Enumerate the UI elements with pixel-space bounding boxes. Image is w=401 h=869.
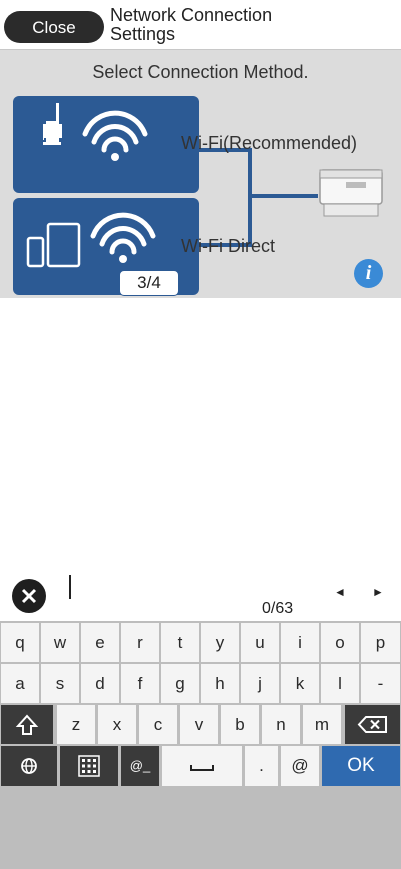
key-x[interactable]: x bbox=[98, 705, 136, 744]
shift-key[interactable] bbox=[1, 705, 53, 744]
printer-icon bbox=[319, 169, 383, 217]
key-y[interactable]: y bbox=[201, 623, 239, 662]
key-period[interactable]: . bbox=[245, 746, 278, 786]
keypad-key[interactable] bbox=[60, 746, 118, 786]
text-cursor bbox=[69, 575, 71, 599]
wifi-recommended-label: Wi-Fi(Recommended) bbox=[181, 133, 358, 153]
key-r[interactable]: r bbox=[121, 623, 159, 662]
key-at[interactable]: @ bbox=[281, 746, 319, 786]
symbols-key[interactable]: @_ bbox=[121, 746, 159, 786]
key-p[interactable]: p bbox=[361, 623, 400, 662]
text-input-area[interactable]: 0/63 ◄ ► bbox=[0, 565, 401, 621]
char-counter: 0/63 bbox=[262, 600, 294, 617]
keyboard-panel: 0/63 ◄ ► q w e r t y u i o p a s d f g h… bbox=[0, 565, 401, 869]
backspace-icon bbox=[357, 716, 387, 733]
key-z[interactable]: z bbox=[57, 705, 95, 744]
key-i[interactable]: i bbox=[281, 623, 319, 662]
clear-button[interactable] bbox=[12, 579, 46, 613]
key-c[interactable]: c bbox=[139, 705, 177, 744]
key-h[interactable]: h bbox=[201, 664, 239, 703]
key-e[interactable]: e bbox=[81, 623, 119, 662]
keyboard: q w e r t y u i o p a s d f g h j k l - … bbox=[0, 621, 401, 869]
key-o[interactable]: o bbox=[321, 623, 359, 662]
page-indicator: 3/4 bbox=[119, 270, 179, 296]
key-d[interactable]: d bbox=[81, 664, 119, 703]
key-s[interactable]: s bbox=[41, 664, 79, 703]
wifi-recommended-option[interactable] bbox=[13, 96, 199, 193]
key-q[interactable]: q bbox=[1, 623, 39, 662]
key-u[interactable]: u bbox=[241, 623, 279, 662]
globe-icon bbox=[21, 758, 37, 774]
key-n[interactable]: n bbox=[262, 705, 300, 744]
wifi-direct-label: Wi-Fi Direct bbox=[181, 236, 275, 256]
key-w[interactable]: w bbox=[41, 623, 79, 662]
key-g[interactable]: g bbox=[161, 664, 199, 703]
backspace-key[interactable] bbox=[345, 705, 400, 744]
key-j[interactable]: j bbox=[241, 664, 279, 703]
close-icon bbox=[21, 588, 37, 604]
key-a[interactable]: a bbox=[1, 664, 39, 703]
key-l[interactable]: l bbox=[321, 664, 359, 703]
space-key[interactable] bbox=[162, 746, 242, 786]
key-t[interactable]: t bbox=[161, 623, 199, 662]
key-b[interactable]: b bbox=[221, 705, 259, 744]
info-icon[interactable]: i bbox=[354, 259, 383, 288]
ok-button[interactable]: OK bbox=[322, 746, 400, 786]
network-connection-panel: Close Network Connection Settings Select… bbox=[0, 0, 401, 298]
key-k[interactable]: k bbox=[281, 664, 319, 703]
connector-line bbox=[199, 148, 252, 247]
keypad-icon bbox=[78, 755, 100, 777]
cursor-left-button[interactable]: ◄ bbox=[334, 585, 346, 599]
space-icon bbox=[190, 765, 214, 771]
router-wifi-icon bbox=[43, 103, 148, 161]
cursor-right-button[interactable]: ► bbox=[372, 585, 384, 599]
key-f[interactable]: f bbox=[121, 664, 159, 703]
key-m[interactable]: m bbox=[303, 705, 341, 744]
language-key[interactable] bbox=[1, 746, 57, 786]
shift-icon bbox=[15, 714, 39, 735]
key-hyphen[interactable]: - bbox=[361, 664, 400, 703]
key-v[interactable]: v bbox=[180, 705, 218, 744]
